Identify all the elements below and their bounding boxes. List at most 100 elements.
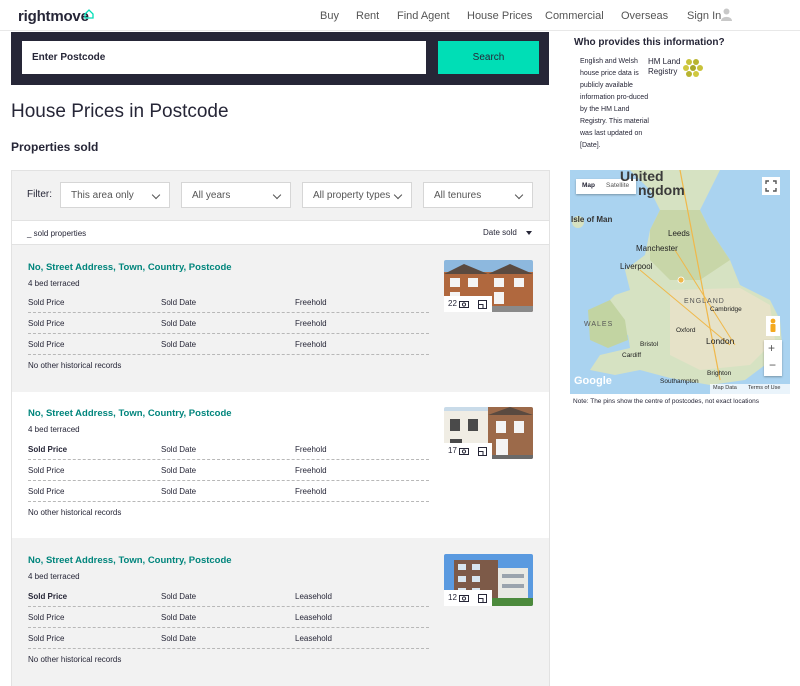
photo-count-badge[interactable]: 17 bbox=[444, 443, 492, 459]
no-history-text: No other historical records bbox=[28, 508, 122, 517]
map-label-isle-of-man: Isle of Man bbox=[571, 215, 613, 224]
no-history-text: No other historical records bbox=[28, 655, 122, 664]
years-filter-value: All years bbox=[192, 190, 231, 201]
sold-date: Sold Date bbox=[161, 634, 197, 643]
map-label-cambridge: Cambridge bbox=[710, 306, 742, 313]
tenure: Freehold bbox=[295, 298, 327, 307]
property-card: No, Street Address, Town, Country, Postc… bbox=[12, 392, 549, 538]
nav-overseas[interactable]: Overseas bbox=[621, 10, 668, 22]
chevron-down-icon bbox=[393, 190, 403, 200]
map-tab[interactable]: Map bbox=[582, 182, 595, 189]
chevron-down-icon bbox=[514, 190, 524, 200]
property-type: 4 bed terraced bbox=[28, 425, 80, 434]
tenure: Leasehold bbox=[295, 634, 332, 643]
sold-date: Sold Date bbox=[161, 466, 197, 475]
sort-dropdown[interactable]: Date sold bbox=[483, 228, 517, 237]
postcode-search-input[interactable] bbox=[22, 41, 426, 74]
map-label-oxford: Oxford bbox=[676, 327, 696, 334]
map-label-southampton: Southampton bbox=[660, 378, 699, 385]
property-type: 4 bed terraced bbox=[28, 279, 80, 288]
area-filter-value: This area only bbox=[71, 190, 134, 201]
info-text: English and Welsh house price data is pu… bbox=[580, 58, 649, 149]
site-header: rightmove Buy Rent Find Agent House Pric… bbox=[0, 0, 800, 31]
tenure-filter-dropdown[interactable]: All tenures bbox=[423, 182, 533, 208]
user-icon[interactable] bbox=[721, 8, 732, 21]
sold-price: Sold Price bbox=[28, 634, 65, 643]
map-label-london: London bbox=[706, 336, 735, 346]
row-divider bbox=[28, 312, 429, 313]
sign-in-link[interactable]: Sign In bbox=[687, 10, 721, 22]
row-divider bbox=[28, 354, 429, 355]
sold-price: Sold Price bbox=[28, 592, 68, 601]
map-label-liverpool: Liverpool bbox=[620, 262, 653, 271]
zoom-in-icon[interactable]: + bbox=[768, 341, 775, 355]
nav-buy[interactable]: Buy bbox=[320, 10, 339, 22]
nav-house-prices[interactable]: House Prices bbox=[467, 10, 532, 22]
filter-label: Filter: bbox=[27, 189, 52, 200]
sold-date: Sold Date bbox=[161, 298, 197, 307]
property-address-link[interactable]: No, Street Address, Town, Country, Postc… bbox=[28, 262, 232, 273]
tenure: Leasehold bbox=[295, 613, 332, 622]
google-logo: Google bbox=[574, 375, 612, 387]
row-divider bbox=[28, 480, 429, 481]
map-label-kingdom: ngdom bbox=[638, 182, 685, 198]
row-divider bbox=[28, 648, 429, 649]
caret-down-icon[interactable] bbox=[526, 231, 532, 235]
fullscreen-icon[interactable] bbox=[762, 177, 780, 195]
tenure: Freehold bbox=[295, 445, 327, 454]
years-filter-dropdown[interactable]: All years bbox=[181, 182, 291, 208]
property-card: No, Street Address, Town, Country, Postc… bbox=[12, 539, 549, 686]
map-label-england: ENGLAND bbox=[684, 298, 725, 305]
tenure: Freehold bbox=[295, 466, 327, 475]
sold-date: Sold Date bbox=[161, 445, 197, 454]
map-label-leeds: Leeds bbox=[668, 229, 690, 238]
sold-price: Sold Price bbox=[28, 466, 65, 475]
photo-count-badge[interactable]: 22 bbox=[444, 296, 492, 312]
row-divider bbox=[28, 606, 429, 607]
hm-land-registry-logo bbox=[683, 59, 703, 77]
row-divider bbox=[28, 627, 429, 628]
rightmove-logo[interactable]: rightmove bbox=[18, 8, 89, 25]
tenure: Freehold bbox=[295, 319, 327, 328]
result-count: _ sold properties bbox=[27, 229, 87, 238]
camera-icon bbox=[459, 448, 469, 455]
sort-bar bbox=[12, 220, 549, 245]
map-label-manchester: Manchester bbox=[636, 244, 678, 253]
map-label-cardiff: Cardiff bbox=[622, 352, 642, 359]
nav-commercial[interactable]: Commercial bbox=[545, 10, 604, 22]
zoom-controls: + − bbox=[764, 340, 782, 376]
nav-rent[interactable]: Rent bbox=[356, 10, 379, 22]
tenure-filter-value: All tenures bbox=[434, 190, 482, 201]
zoom-out-icon[interactable]: − bbox=[769, 358, 776, 372]
nav-find-agent[interactable]: Find Agent bbox=[397, 10, 450, 22]
property-card: No, Street Address, Town, Country, Postc… bbox=[12, 246, 549, 391]
row-divider bbox=[28, 459, 429, 460]
pegman-icon[interactable] bbox=[766, 316, 780, 336]
chevron-down-icon bbox=[272, 190, 282, 200]
map-label-bristol: Bristol bbox=[640, 341, 659, 348]
sold-price: Sold Price bbox=[28, 319, 65, 328]
sold-price: Sold Price bbox=[28, 298, 65, 307]
photo-count-badge[interactable]: 12 bbox=[444, 590, 492, 606]
page-title: House Prices in Postcode bbox=[11, 101, 229, 122]
property-type-filter-dropdown[interactable]: All property types bbox=[302, 182, 412, 208]
tenure: Leasehold bbox=[295, 592, 332, 601]
property-address-link[interactable]: No, Street Address, Town, Country, Postc… bbox=[28, 408, 232, 419]
info-title: Who provides this information? bbox=[574, 37, 725, 48]
sold-price: Sold Price bbox=[28, 445, 68, 454]
location-pin-icon[interactable] bbox=[677, 276, 685, 284]
search-button[interactable]: Search bbox=[438, 41, 539, 74]
area-filter-dropdown[interactable]: This area only bbox=[60, 182, 170, 208]
sold-date: Sold Date bbox=[161, 319, 197, 328]
no-history-text: No other historical records bbox=[28, 361, 122, 370]
sold-date: Sold Date bbox=[161, 340, 197, 349]
property-type: 4 bed terraced bbox=[28, 572, 80, 581]
house-icon bbox=[84, 9, 94, 19]
photo-count: 17 bbox=[448, 446, 457, 455]
photo-count: 22 bbox=[448, 299, 457, 308]
map[interactable]: Map Satellite United ngdom Isle of Man L… bbox=[570, 170, 790, 394]
tenure: Freehold bbox=[295, 340, 327, 349]
photo-count: 12 bbox=[448, 593, 457, 602]
terms-of-use-link[interactable]: Terms of Use bbox=[748, 385, 780, 391]
property-address-link[interactable]: No, Street Address, Town, Country, Postc… bbox=[28, 555, 232, 566]
